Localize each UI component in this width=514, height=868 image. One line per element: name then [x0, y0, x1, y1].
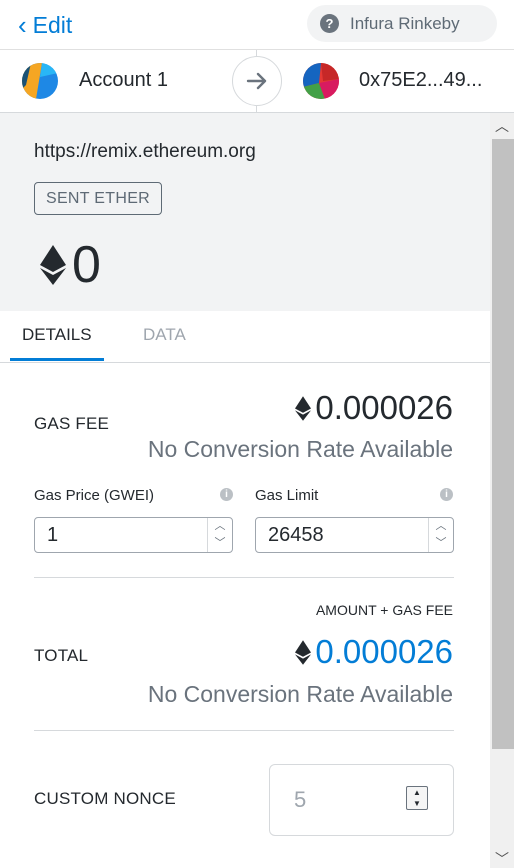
scrollbar-thumb[interactable] — [492, 139, 514, 749]
gas-price-label: Gas Price (GWEI) — [34, 487, 155, 504]
to-account-avatar — [303, 63, 339, 99]
ethereum-icon — [40, 245, 66, 285]
origin-url: https://remix.ethereum.org — [34, 141, 256, 162]
gas-limit-spinner[interactable]: ︿ ﹀ — [428, 518, 453, 552]
question-icon: ? — [320, 14, 339, 33]
sent-amount-value: 0 — [72, 236, 101, 294]
sender-recipient-row: Account 1 0x75E2...49... — [0, 50, 514, 113]
gas-limit-value: 26458 — [268, 524, 324, 546]
to-account-address[interactable]: 0x75E2...49... — [359, 69, 482, 92]
gas-fee-conversion: No Conversion Rate Available — [147, 436, 453, 462]
custom-nonce-input[interactable]: 5 ▲ ▼ — [269, 764, 454, 836]
tab-details[interactable]: DETAILS — [22, 325, 92, 345]
active-tab-indicator — [10, 358, 104, 361]
ethereum-icon — [295, 395, 312, 421]
chevron-up-icon[interactable]: ︿ — [208, 518, 232, 535]
custom-nonce-value: 5 — [294, 787, 307, 812]
total-value: 0.000026 — [315, 633, 453, 670]
from-account-avatar — [22, 63, 58, 99]
nonce-spinner[interactable]: ▲ ▼ — [406, 786, 428, 810]
gas-fee-label: GAS FEE — [34, 414, 110, 433]
from-account-name: Account 1 — [79, 69, 168, 91]
sent-amount: 0 — [40, 235, 101, 295]
total-conversion: No Conversion Rate Available — [147, 681, 453, 707]
scroll-down-icon[interactable]: ﹀ — [494, 852, 510, 866]
chevron-left-icon: ‹ — [18, 10, 27, 40]
arrow-right-icon — [232, 56, 282, 106]
details-panel: GAS FEE 0.000026 No Conversion Rate Avai… — [0, 363, 490, 868]
total-label: TOTAL — [34, 646, 89, 665]
custom-nonce-label: CUSTOM NONCE — [34, 789, 176, 808]
total-heading: AMOUNT + GAS FEE — [315, 602, 453, 618]
gas-fee-value: 0.000026 — [315, 389, 453, 426]
ethereum-icon — [295, 639, 312, 665]
edit-back-button[interactable]: ‹ Edit — [18, 10, 72, 40]
gas-fee-amount: 0.000026 — [295, 389, 453, 427]
network-selector[interactable]: ? Infura Rinkeby — [307, 5, 497, 42]
gas-price-value: 1 — [47, 524, 59, 546]
scroll-up-icon[interactable]: ︿ — [494, 119, 510, 133]
caret-down-icon[interactable]: ▼ — [407, 798, 427, 809]
caret-up-icon[interactable]: ▲ — [407, 787, 427, 798]
info-icon[interactable]: i — [220, 488, 233, 501]
gas-price-spinner[interactable]: ︿ ﹀ — [207, 518, 232, 552]
edit-label: Edit — [32, 11, 73, 38]
divider — [34, 730, 454, 731]
network-label: Infura Rinkeby — [350, 13, 460, 33]
divider — [34, 577, 454, 578]
scrollbar[interactable]: ︿ ﹀ — [490, 113, 514, 868]
chevron-up-icon[interactable]: ︿ — [429, 518, 453, 535]
chevron-down-icon[interactable]: ﹀ — [429, 535, 453, 552]
transaction-summary: https://remix.ethereum.org SENT ETHER 0 — [0, 113, 490, 311]
total-amount: 0.000026 — [295, 633, 453, 671]
gas-limit-label: Gas Limit — [255, 487, 319, 504]
chevron-down-icon[interactable]: ﹀ — [208, 535, 232, 552]
gas-price-input[interactable]: 1 ︿ ﹀ — [34, 517, 233, 553]
gas-limit-input[interactable]: 26458 ︿ ﹀ — [255, 517, 454, 553]
tab-bar: DETAILS DATA — [0, 311, 490, 363]
info-icon[interactable]: i — [440, 488, 453, 501]
tab-data[interactable]: DATA — [143, 325, 186, 345]
confirm-header: ‹ Edit ? Infura Rinkeby — [0, 0, 514, 50]
action-badge: SENT ETHER — [34, 182, 162, 215]
